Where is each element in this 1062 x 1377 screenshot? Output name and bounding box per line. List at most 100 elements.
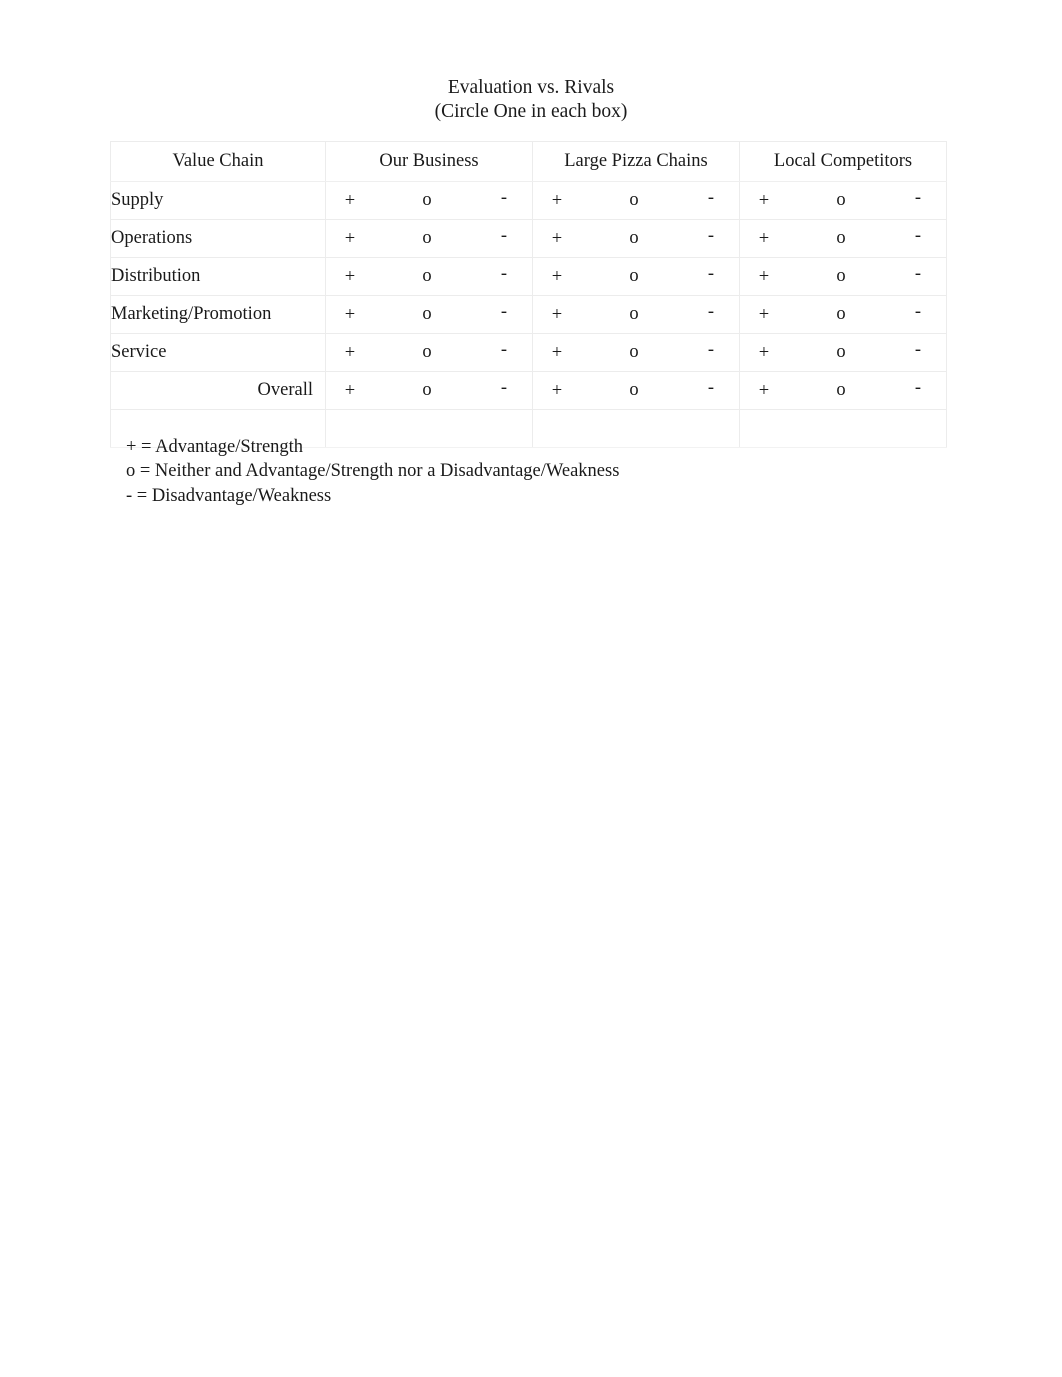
table-header: Value Chain Our Business Large Pizza Cha… <box>110 141 947 182</box>
rating-option-neutral[interactable]: o <box>628 267 640 286</box>
rating-marker-group: + o - <box>533 220 739 257</box>
rating-option-plus[interactable]: + <box>758 192 770 211</box>
rating-option-neutral[interactable]: o <box>835 305 847 324</box>
row-label-service: Service <box>110 333 326 372</box>
rating-marker-group: + o - <box>326 220 532 257</box>
rating-option-plus[interactable]: + <box>551 268 563 287</box>
rating-option-minus[interactable]: - <box>498 379 510 398</box>
rating-option-neutral[interactable]: o <box>835 381 847 400</box>
rating-option-plus[interactable]: + <box>344 268 356 287</box>
rating-option-minus[interactable]: - <box>705 227 717 246</box>
rating-option-plus[interactable]: + <box>758 230 770 249</box>
rating-cell-large-pizza-chains[interactable]: + o - <box>532 181 740 220</box>
rating-marker-group: + o - <box>533 258 739 295</box>
rating-option-plus[interactable]: + <box>758 306 770 325</box>
rating-marker-group: + o - <box>326 258 532 295</box>
rating-cell-large-pizza-chains[interactable]: + o - <box>532 295 740 334</box>
rating-option-neutral[interactable]: o <box>628 191 640 210</box>
rating-option-neutral[interactable]: o <box>835 343 847 362</box>
table-row: Supply + o - + o - + o - <box>110 181 947 220</box>
rating-option-minus[interactable]: - <box>705 303 717 322</box>
rating-option-plus[interactable]: + <box>551 344 563 363</box>
page-title: Evaluation vs. Rivals <box>447 77 615 98</box>
rating-cell-local-competitors[interactable]: + o - <box>739 181 947 220</box>
rating-option-neutral[interactable]: o <box>421 267 433 286</box>
rating-cell-our-business[interactable]: + o - <box>325 371 533 410</box>
page-subtitle: (Circle One in each box) <box>434 101 628 122</box>
rating-option-minus[interactable]: - <box>912 379 924 398</box>
column-header-our-business: Our Business <box>325 141 533 182</box>
rating-option-neutral[interactable]: o <box>421 191 433 210</box>
legend-line-zero: o = Neither and Advantage/Strength nor a… <box>126 461 620 482</box>
document-title-block: Evaluation vs. Rivals (Circle One in eac… <box>0 76 1062 124</box>
table-row: Overall + o - + o - + o - <box>110 371 947 410</box>
rating-cell-local-competitors[interactable]: + o - <box>739 219 947 258</box>
legend-line-minus: - = Disadvantage/Weakness <box>126 485 332 506</box>
rating-option-minus[interactable]: - <box>912 189 924 208</box>
rating-option-neutral[interactable]: o <box>628 305 640 324</box>
rating-option-plus[interactable]: + <box>551 306 563 325</box>
rating-option-minus[interactable]: - <box>498 227 510 246</box>
rating-option-neutral[interactable]: o <box>835 229 847 248</box>
table-row: Marketing/Promotion + o - + o - + o - <box>110 295 947 334</box>
rating-cell-local-competitors[interactable]: + o - <box>739 257 947 296</box>
rating-option-plus[interactable]: + <box>551 230 563 249</box>
rating-marker-group: + o - <box>740 296 946 333</box>
row-label-operations: Operations <box>110 219 326 258</box>
rating-option-plus[interactable]: + <box>758 382 770 401</box>
rating-option-plus[interactable]: + <box>344 306 356 325</box>
rating-cell-our-business[interactable]: + o - <box>325 333 533 372</box>
rating-marker-group: + o - <box>740 334 946 371</box>
rating-cell-local-competitors[interactable]: + o - <box>739 333 947 372</box>
table-header-row: Value Chain Our Business Large Pizza Cha… <box>110 141 947 182</box>
rating-option-minus[interactable]: - <box>498 265 510 284</box>
rating-cell-our-business[interactable]: + o - <box>325 219 533 258</box>
column-header-large-pizza-chains: Large Pizza Chains <box>532 141 740 182</box>
rating-option-minus[interactable]: - <box>705 341 717 360</box>
rating-marker-group: + o - <box>740 182 946 219</box>
rating-option-minus[interactable]: - <box>912 303 924 322</box>
rating-option-minus[interactable]: - <box>912 265 924 284</box>
row-label-distribution: Distribution <box>110 257 326 296</box>
rating-option-minus[interactable]: - <box>498 303 510 322</box>
rating-marker-group: + o - <box>740 220 946 257</box>
rating-option-plus[interactable]: + <box>344 344 356 363</box>
rating-option-neutral[interactable]: o <box>628 343 640 362</box>
rating-cell-our-business[interactable]: + o - <box>325 181 533 220</box>
rating-option-plus[interactable]: + <box>344 230 356 249</box>
rating-cell-large-pizza-chains[interactable]: + o - <box>532 371 740 410</box>
evaluation-table: Value Chain Our Business Large Pizza Cha… <box>110 141 947 448</box>
rating-option-neutral[interactable]: o <box>835 267 847 286</box>
rating-cell-large-pizza-chains[interactable]: + o - <box>532 219 740 258</box>
rating-option-minus[interactable]: - <box>705 379 717 398</box>
rating-cell-local-competitors[interactable]: + o - <box>739 295 947 334</box>
rating-marker-group: + o - <box>533 334 739 371</box>
rating-option-plus[interactable]: + <box>344 382 356 401</box>
rating-option-plus[interactable]: + <box>758 344 770 363</box>
rating-option-neutral[interactable]: o <box>421 343 433 362</box>
rating-cell-our-business[interactable]: + o - <box>325 295 533 334</box>
rating-option-minus[interactable]: - <box>498 189 510 208</box>
rating-option-neutral[interactable]: o <box>421 381 433 400</box>
rating-cell-large-pizza-chains[interactable]: + o - <box>532 333 740 372</box>
rating-option-plus[interactable]: + <box>551 382 563 401</box>
rating-cell-our-business[interactable]: + o - <box>325 257 533 296</box>
table-row: Distribution + o - + o - + o - <box>110 257 947 296</box>
rating-option-neutral[interactable]: o <box>628 381 640 400</box>
rating-option-neutral[interactable]: o <box>628 229 640 248</box>
rating-option-plus[interactable]: + <box>758 268 770 287</box>
rating-option-plus[interactable]: + <box>551 192 563 211</box>
rating-marker-group: + o - <box>533 182 739 219</box>
rating-option-minus[interactable]: - <box>705 265 717 284</box>
rating-option-minus[interactable]: - <box>912 341 924 360</box>
rating-option-neutral[interactable]: o <box>421 305 433 324</box>
rating-option-plus[interactable]: + <box>344 192 356 211</box>
rating-cell-large-pizza-chains[interactable]: + o - <box>532 257 740 296</box>
rating-option-neutral[interactable]: o <box>421 229 433 248</box>
rating-cell-local-competitors[interactable]: + o - <box>739 371 947 410</box>
rating-option-minus[interactable]: - <box>912 227 924 246</box>
rating-option-neutral[interactable]: o <box>835 191 847 210</box>
rating-option-minus[interactable]: - <box>498 341 510 360</box>
rating-option-minus[interactable]: - <box>705 189 717 208</box>
rating-marker-group: + o - <box>740 372 946 409</box>
